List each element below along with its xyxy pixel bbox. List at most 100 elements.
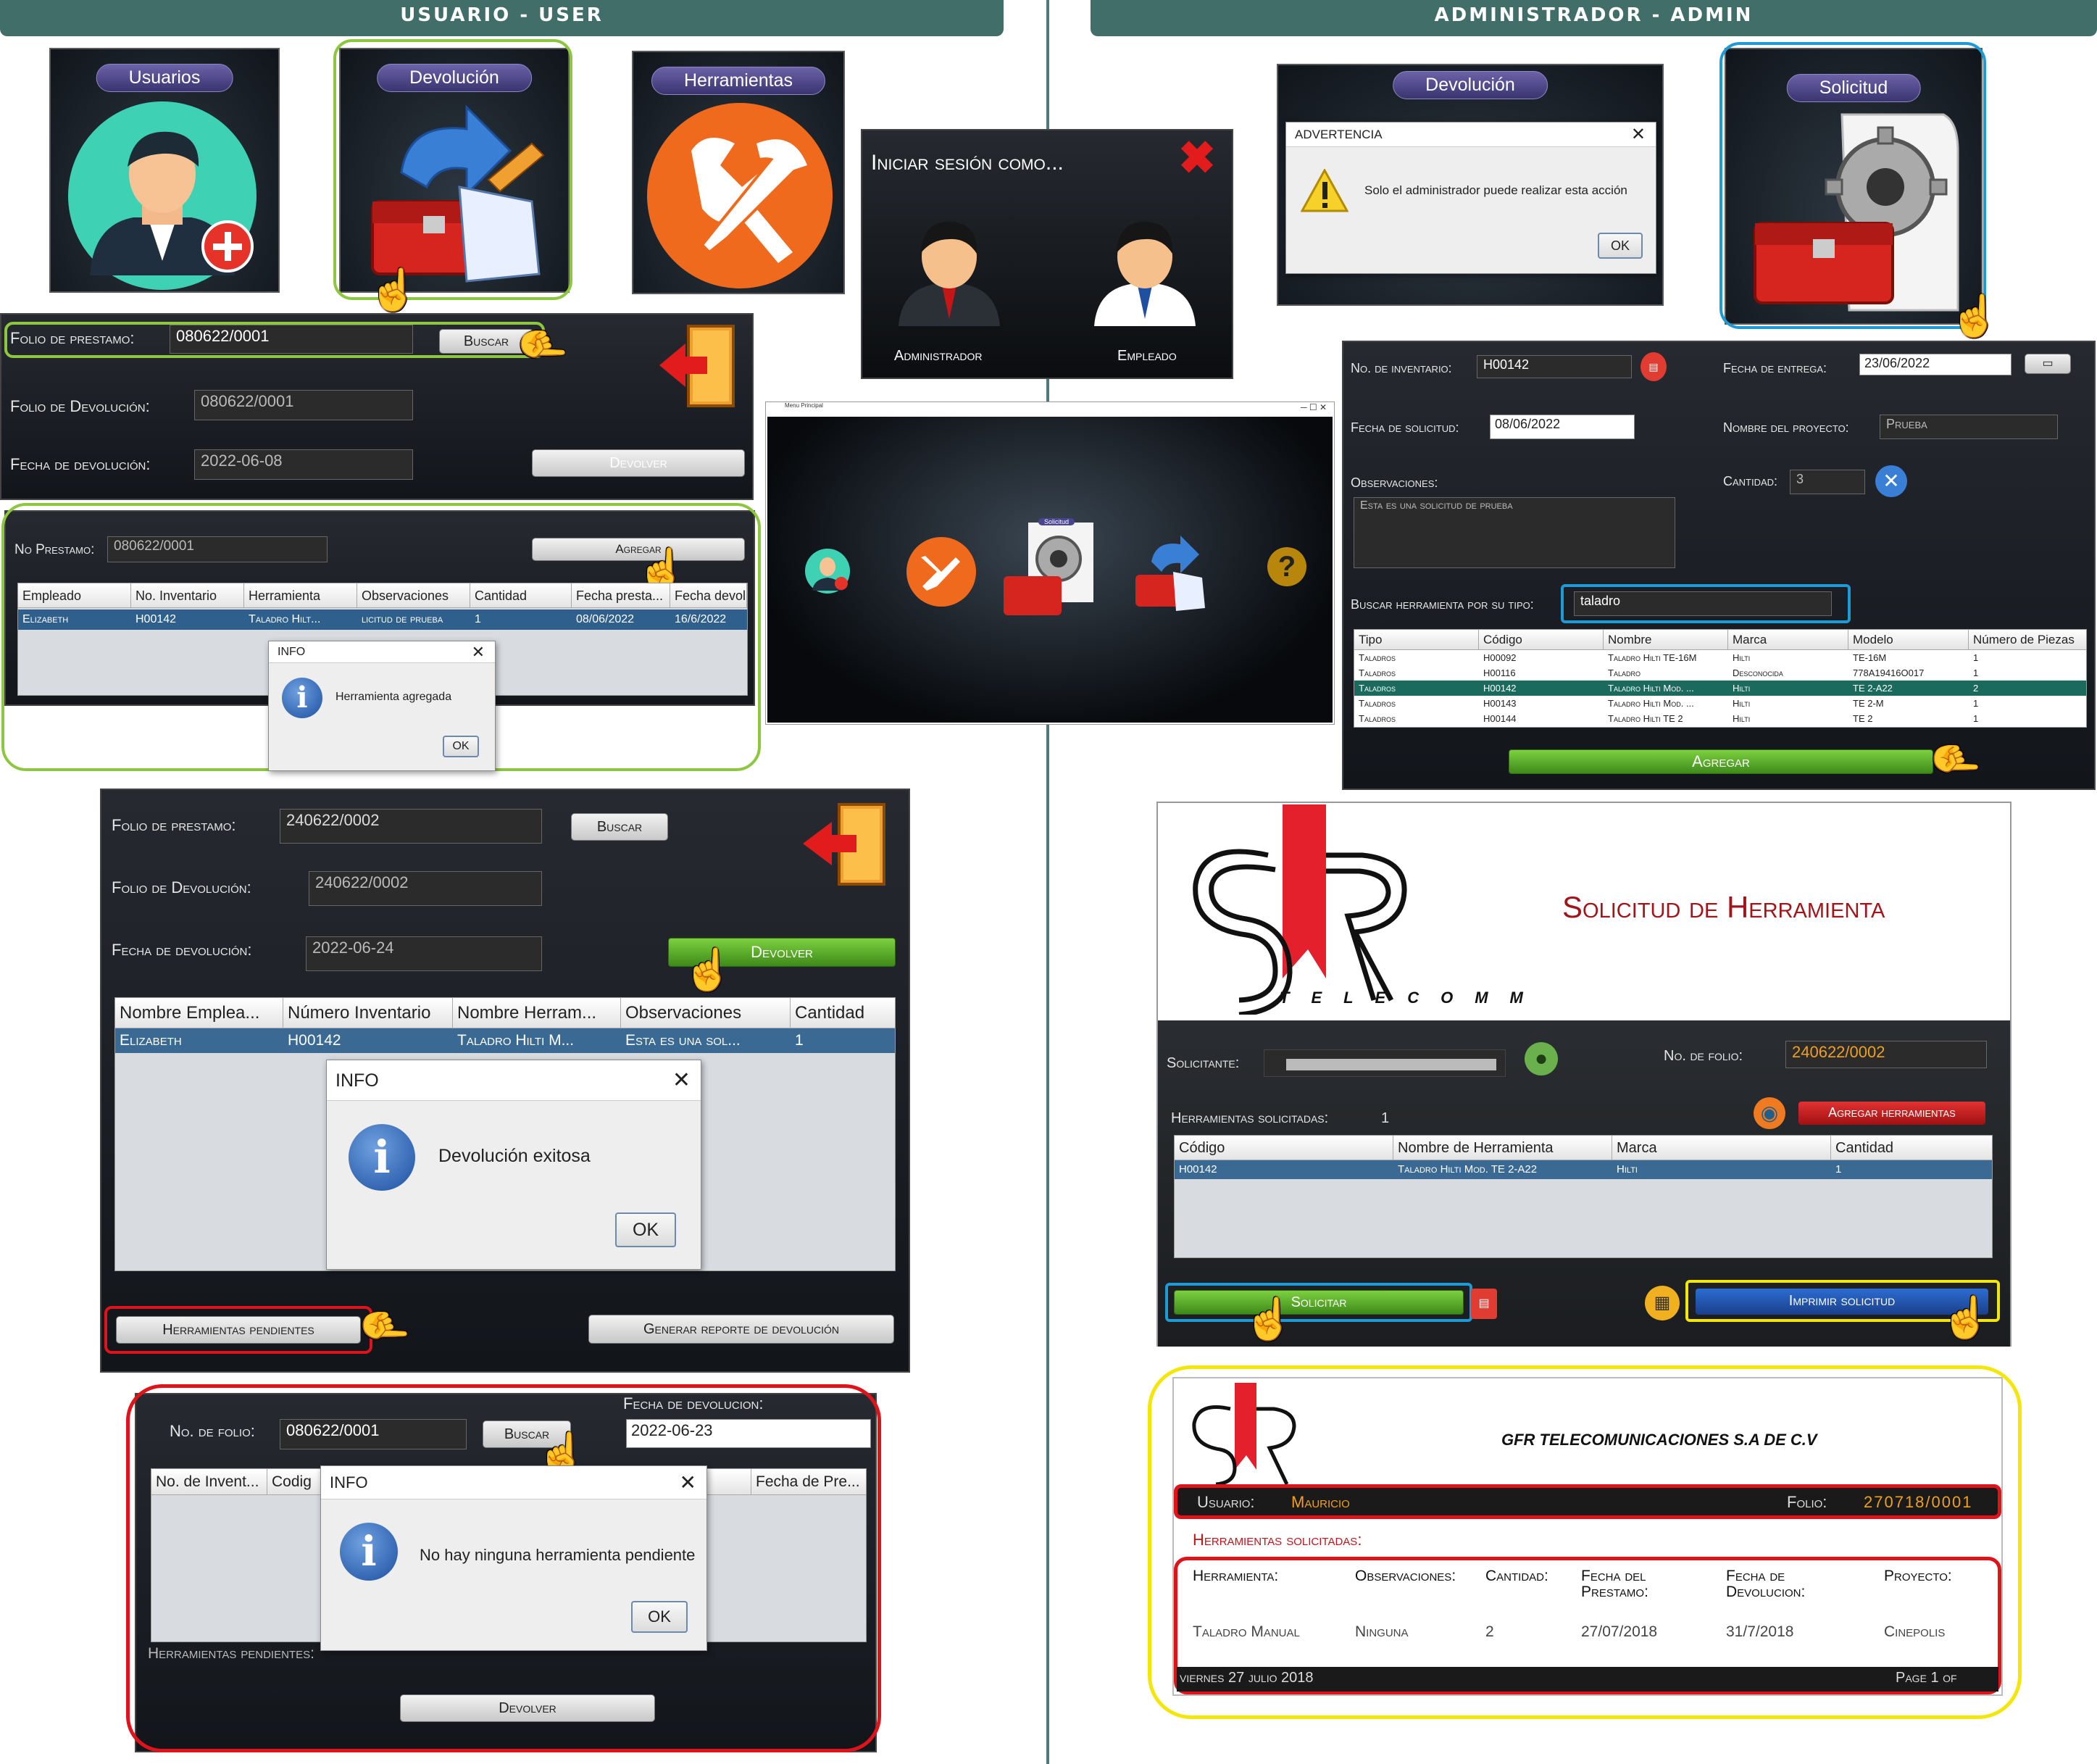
table-row[interactable]: Taladros H00092 Taladro Hilti TE-16M Hilti T…	[1354, 650, 2086, 665]
buscar-button[interactable]: Buscar	[571, 813, 668, 841]
dialog-message: Devolución exitosa	[438, 1146, 591, 1166]
login-title: Iniciar sesión como...	[871, 151, 1064, 175]
column-header[interactable]: Nombre	[1604, 630, 1728, 650]
pointer-hand-icon: ☝	[1933, 734, 1979, 785]
table-cell: 2	[1973, 683, 1979, 694]
tool-add-icon[interactable]: ✕	[1875, 465, 1907, 497]
proyecto-input[interactable]: Prueba	[1880, 415, 2058, 439]
return-toolbox-icon[interactable]	[1130, 533, 1209, 612]
column-header[interactable]: Nombre Emplea...	[115, 998, 283, 1028]
close-icon[interactable]: ✕	[680, 1466, 696, 1499]
warning-icon	[1301, 169, 1348, 212]
fecha-entrega-input[interactable]: 23/06/2022	[1859, 354, 2011, 375]
column-header[interactable]: Número de Piezas	[1969, 630, 2086, 650]
close-icon[interactable]: ✕	[1631, 122, 1646, 147]
agregar-herramientas-button[interactable]: Agregar herramientas	[1798, 1102, 1985, 1125]
column-header[interactable]: Observaciones	[621, 998, 791, 1028]
window-controls[interactable]: ─ ☐ ✕	[1301, 402, 1327, 412]
admin-section-header: ADMINISTRADOR - ADMIN	[1091, 0, 2097, 36]
observaciones-input[interactable]: Esta es una solicitud de prueba	[1354, 497, 1675, 568]
close-icon[interactable]: ✖	[1178, 136, 1216, 181]
table-cell: Taladros	[1359, 698, 1396, 709]
pointer-hand-icon: ☝	[362, 1301, 408, 1352]
column-header[interactable]: Nombre Herram...	[453, 998, 621, 1028]
table-cell: 1	[1973, 713, 1979, 724]
help-icon[interactable]: ?	[1267, 547, 1306, 586]
table-cell: Taladro Hilti Mod. ...	[1608, 698, 1694, 709]
admin-label: Administrador	[894, 348, 983, 364]
column-header[interactable]: Cantidad	[1831, 1136, 1992, 1160]
table-cell: TE 2-A22	[1853, 683, 1893, 694]
column-header[interactable]: Cantidad	[791, 998, 895, 1028]
table-row[interactable]: Taladros H00144 Taladro Hilti TE 2 Hilti TE …	[1354, 711, 2086, 726]
info-dialog-added: INFO ✕ i Herramienta agregada OK	[268, 641, 496, 771]
cantidad-input[interactable]: 3	[1790, 470, 1865, 494]
highlight-devolucion-tile	[333, 39, 572, 300]
dialog-ok-button[interactable]: OK	[615, 1212, 676, 1247]
fecha-devolucion-input[interactable]: 2022-06-24	[306, 936, 542, 971]
column-header[interactable]: Código	[1175, 1136, 1393, 1160]
table-row[interactable]: Taladros H00142 Taladro Hilti Mod. ... Hilt…	[1354, 681, 2086, 696]
table-row[interactable]: Elizabeth H00142 Taladro Hilti M... Esta es…	[115, 1028, 895, 1053]
tile-usuarios[interactable]: Usuarios	[49, 48, 280, 293]
info-icon: i	[282, 678, 322, 718]
search-icon[interactable]: ◉	[1754, 1097, 1785, 1129]
pdf-icon[interactable]: ▤	[1641, 352, 1667, 381]
table-cell: 1	[1973, 652, 1979, 663]
employee-label: Empleado	[1117, 348, 1177, 364]
column-header[interactable]: Marca	[1612, 1136, 1831, 1160]
devolver-button[interactable]: Devolver	[532, 449, 745, 477]
folio-devolucion-input[interactable]: 240622/0002	[309, 871, 542, 906]
avatar[interactable]: ●	[1525, 1042, 1558, 1076]
table-cell: H00143	[1483, 698, 1517, 709]
solicitar-button[interactable]: Solicitar	[1174, 1290, 1464, 1315]
agregar-button[interactable]: Agregar	[1509, 749, 1933, 774]
table-cell: H00142	[1179, 1163, 1217, 1176]
pendientes-button[interactable]: Herramientas pendientes	[116, 1316, 361, 1344]
pdf-icon[interactable]: ▤	[1471, 1289, 1497, 1319]
close-icon[interactable]: ✕	[472, 641, 485, 663]
solicitante-label: Solicitante:	[1167, 1055, 1240, 1071]
column-header[interactable]: Nombre de Herramienta	[1393, 1136, 1612, 1160]
table-row[interactable]: Taladros H00143 Taladro Hilti Mod. ... Hilt…	[1354, 696, 2086, 711]
folio-prestamo-input[interactable]: 240622/0002	[280, 809, 542, 844]
administrator-avatar-icon[interactable]	[891, 210, 1007, 326]
request-gear-icon[interactable]	[999, 518, 1101, 620]
inventario-input[interactable]: H00142	[1477, 355, 1632, 378]
folio-prestamo-input[interactable]: 080622/0001	[170, 325, 413, 354]
folio-devolucion-label: Folio de Devolución:	[10, 397, 150, 415]
exit-door-icon[interactable]	[656, 322, 741, 409]
column-header[interactable]: Marca	[1728, 630, 1848, 650]
folio-devolucion-input[interactable]: 080622/0001	[194, 390, 413, 420]
warning-ok-button[interactable]: OK	[1598, 233, 1643, 259]
table-cell: Hilti	[1733, 698, 1751, 709]
dialog-ok-button[interactable]: OK	[631, 1601, 688, 1633]
column-header[interactable]: Número Inventario	[283, 998, 453, 1028]
solicitadas-table: Código Nombre de Herramienta Marca Cantidad…	[1174, 1135, 1993, 1258]
employee-avatar-icon[interactable]	[1087, 210, 1203, 326]
column-header[interactable]: Código	[1479, 630, 1604, 650]
user-add-icon[interactable]	[804, 547, 851, 595]
fecha-solicitud-input[interactable]: 08/06/2022	[1490, 415, 1635, 439]
tools-icon[interactable]	[905, 536, 977, 608]
tile-herramientas[interactable]: Herramientas	[632, 51, 845, 294]
buscar-button[interactable]: Buscar	[439, 329, 533, 354]
folio-prestamo-label: Folio de prestamo:	[112, 816, 236, 834]
tile-admin-devolucion[interactable]: Devolución ADVERTENCIA ✕ Solo el adminis…	[1277, 64, 1664, 306]
pointer-hand-icon: ☝	[1243, 1296, 1294, 1341]
close-icon[interactable]: ✕	[672, 1060, 691, 1101]
table-cell: Esta es una sol...	[625, 1032, 741, 1049]
solicitante-value[interactable]	[1264, 1049, 1506, 1077]
main-menu-title: Menu Principal	[785, 402, 823, 409]
column-header[interactable]: Tipo	[1354, 630, 1479, 650]
exit-door-icon[interactable]	[800, 800, 894, 887]
table-row[interactable]: H00142 Taladro Hilti Mod. TE 2-A22 Hilti 1	[1175, 1160, 1992, 1179]
dialog-ok-button[interactable]: OK	[443, 736, 479, 757]
calendar-button[interactable]: ▭	[2025, 354, 2071, 374]
column-header[interactable]: Modelo	[1848, 630, 1969, 650]
print-icon[interactable]: ▦	[1645, 1286, 1680, 1320]
table-row[interactable]: Taladros H00116 Taladro Desconocida 778A1941…	[1354, 665, 2086, 681]
reporte-button[interactable]: Generar reporte de devolución	[588, 1315, 894, 1344]
fecha-devolucion-input[interactable]: 2022-06-08	[194, 449, 413, 480]
fecha-devolucion-label: Fecha de devolución:	[112, 941, 252, 959]
